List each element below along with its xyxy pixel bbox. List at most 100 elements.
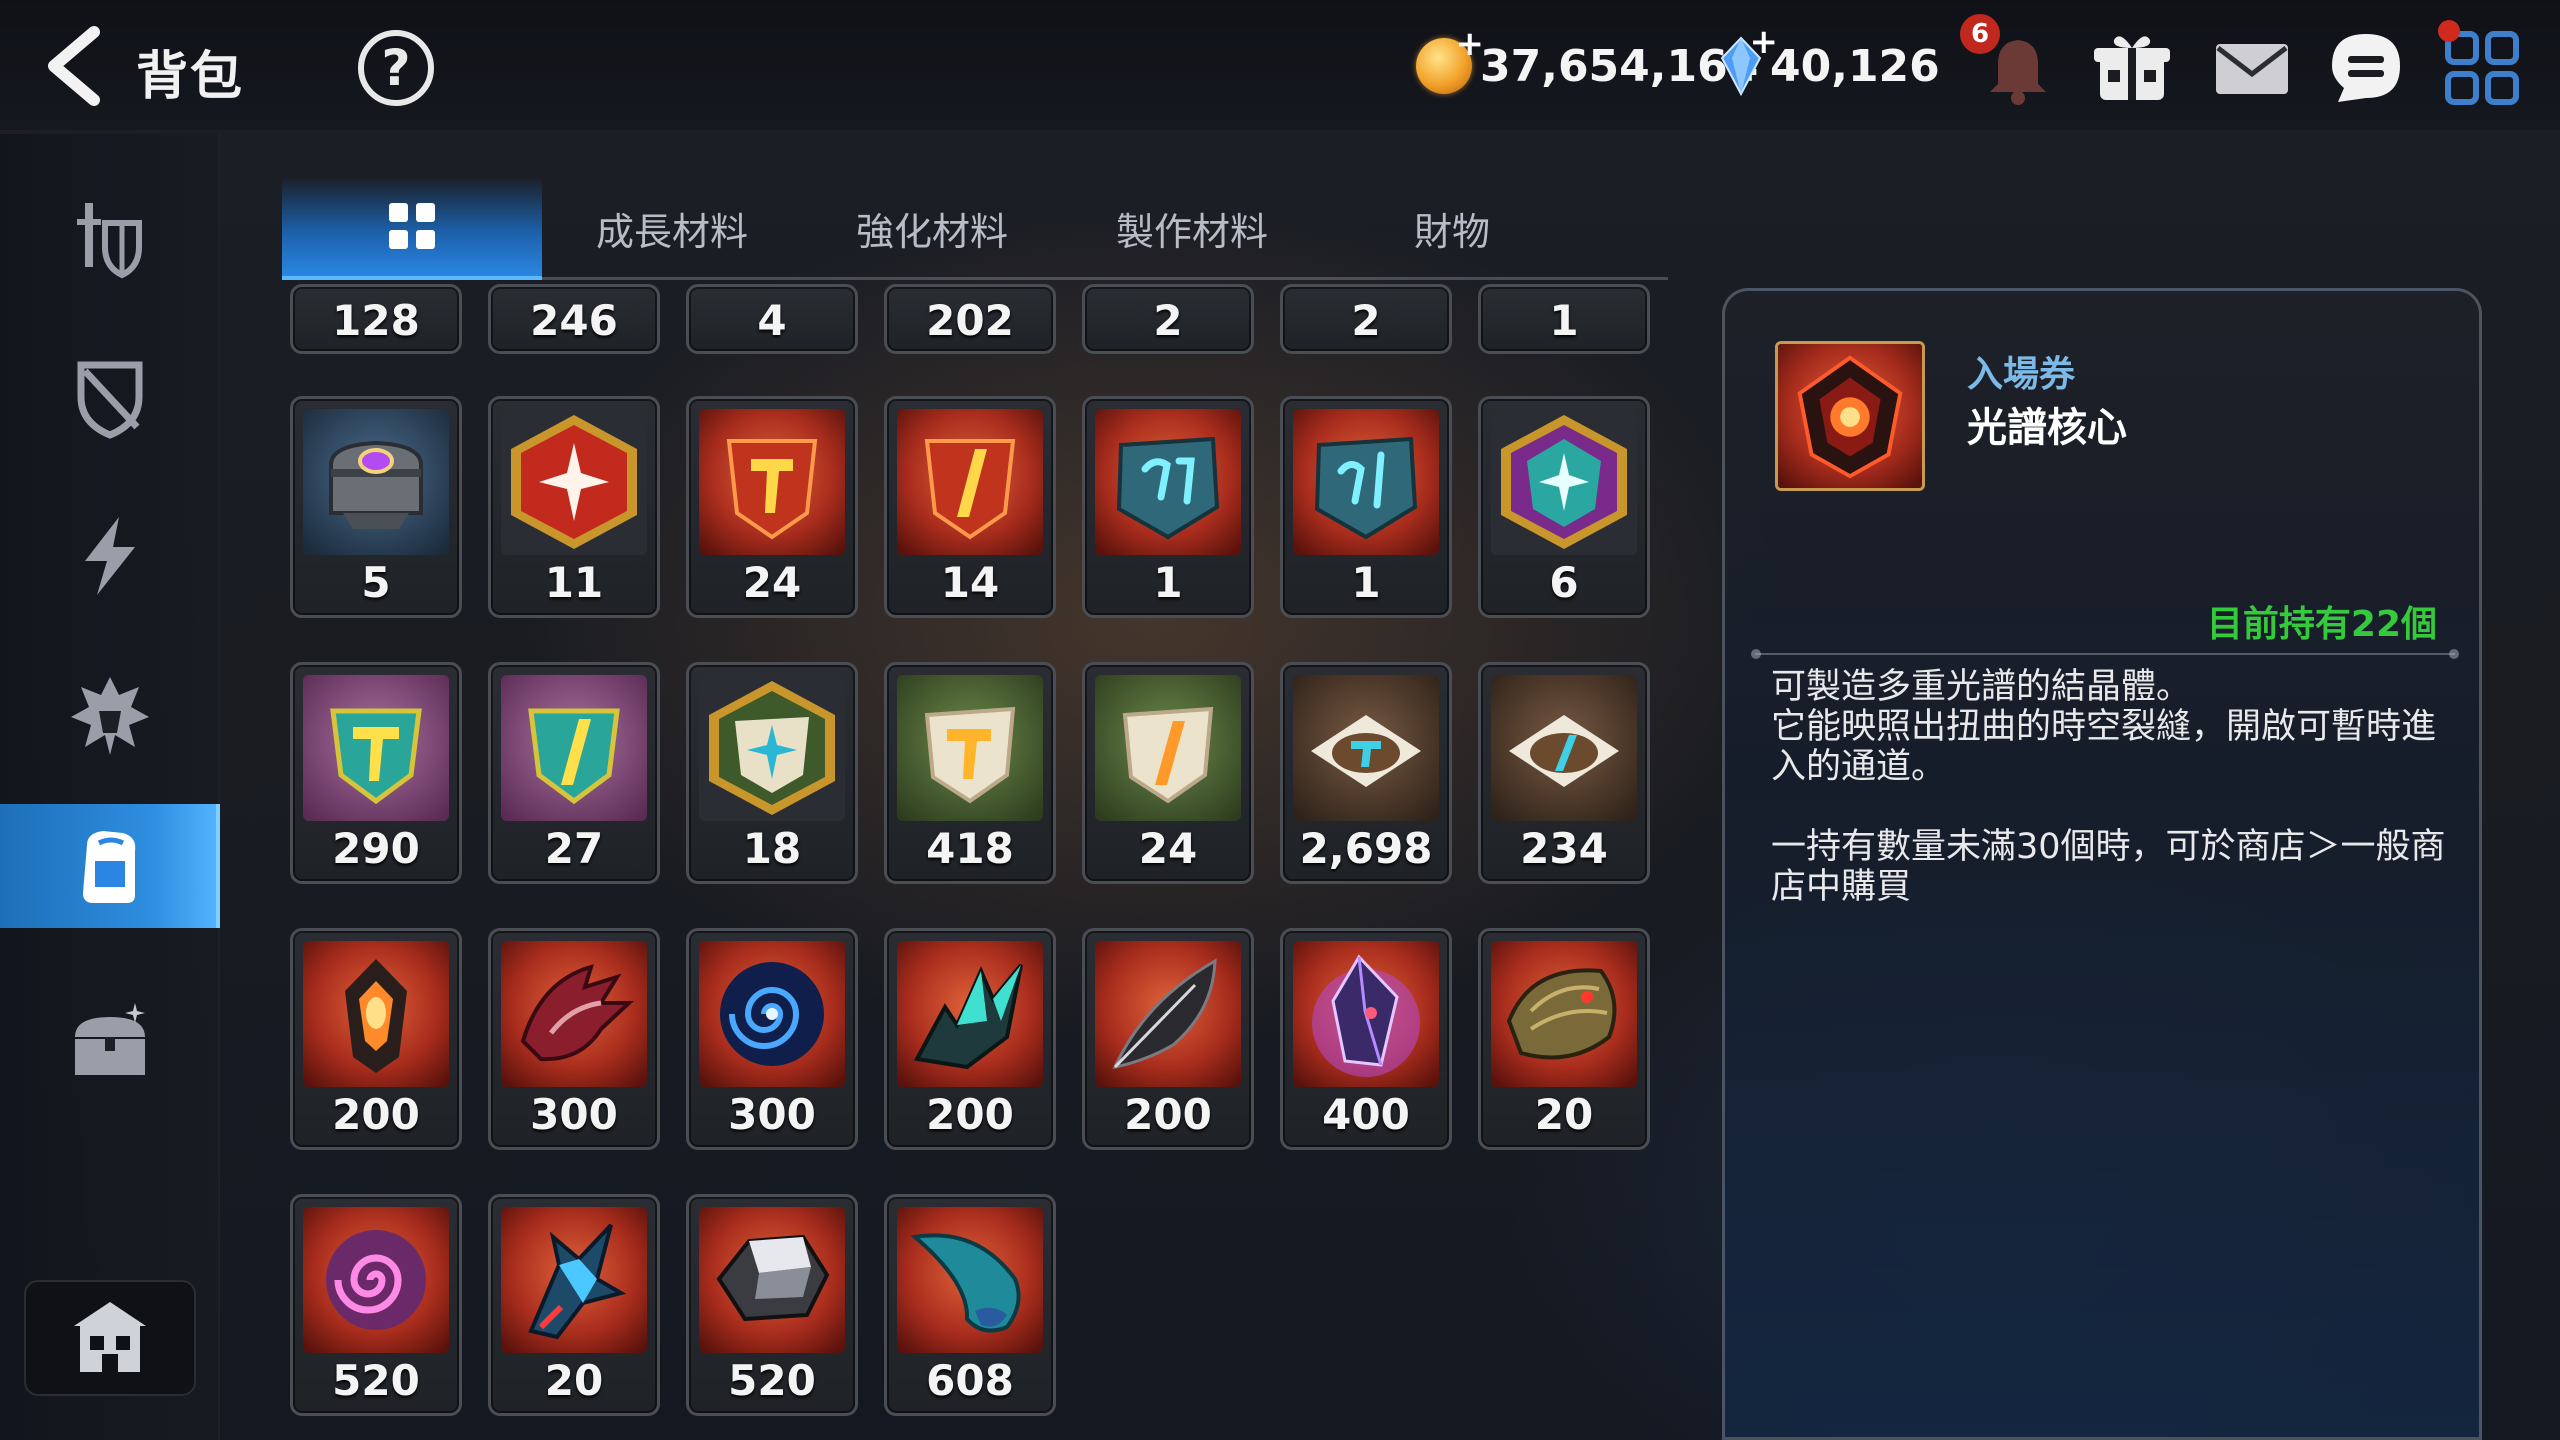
inventory-slot[interactable]: 200 (290, 928, 462, 1150)
notification-badge: 6 (1960, 14, 2000, 54)
inventory-slot[interactable]: 4 (686, 284, 858, 354)
tab-growth-materials[interactable]: 成長材料 (542, 176, 802, 280)
inventory-slot[interactable]: 2 (1280, 284, 1452, 354)
inventory-slot[interactable]: 6 (1478, 396, 1650, 618)
inventory-slot[interactable]: 300 (488, 928, 660, 1150)
inventory-slot[interactable]: 520 (686, 1194, 858, 1416)
equipment-icon (77, 203, 142, 279)
inventory-slot[interactable]: 20 (488, 1194, 660, 1416)
item-quantity: 520 (728, 1356, 816, 1405)
inventory-slot[interactable]: 24 (686, 396, 858, 618)
description-text: 它能映照出扭曲的時空裂縫，開啟可暫時進入的通道。 (1771, 707, 2437, 787)
blue-fang-icon (897, 1207, 1043, 1353)
inventory-slot[interactable]: 5 (290, 396, 462, 618)
gold-coin-icon: + (1416, 24, 1484, 94)
blue-vortex-icon (699, 941, 845, 1087)
gold-currency[interactable]: + 37,654,164 (1416, 24, 1758, 102)
item-quantity: 2,698 (1299, 824, 1433, 873)
pink-spiral-icon (303, 1207, 449, 1353)
item-quantity: 1 (1351, 558, 1381, 607)
inventory-slot[interactable]: 14 (884, 396, 1056, 618)
event-button[interactable] (2090, 26, 2174, 110)
item-quantity: 202 (926, 296, 1014, 345)
inventory-slot[interactable]: 246 (488, 284, 660, 354)
item-quantity: 4 (757, 296, 787, 345)
teal-crystal-cluster-icon (897, 941, 1043, 1087)
inventory-slot[interactable]: 2,698 (1280, 662, 1452, 884)
inventory-slot[interactable]: 200 (884, 928, 1056, 1150)
red-t-gem-icon (699, 409, 845, 555)
sidebar-item-emblem[interactable] (0, 654, 220, 778)
item-quantity: 246 (530, 296, 618, 345)
item-category: 入場券 (1967, 354, 2076, 395)
yellow-i-crystal-icon (501, 675, 647, 821)
sidebar-item-backpack[interactable] (0, 804, 220, 928)
inventory-slot[interactable]: 1 (1280, 396, 1452, 618)
inventory-slot[interactable]: 1 (1082, 396, 1254, 618)
item-quantity: 20 (1534, 1090, 1594, 1139)
guild-hall-icon (74, 1302, 146, 1372)
crimson-claw-icon (501, 941, 647, 1087)
blue-hammer-rune-icon (1095, 409, 1241, 555)
white-t-stone-icon (897, 675, 1043, 821)
sidebar-item-equipment[interactable] (0, 176, 220, 300)
item-quantity: 24 (1138, 824, 1198, 873)
mail-icon (2216, 44, 2288, 94)
inventory-slot[interactable]: 27 (488, 662, 660, 884)
inventory-slot[interactable]: 18 (686, 662, 858, 884)
bronze-scale-icon (1491, 941, 1637, 1087)
grid-icon (389, 203, 435, 249)
inventory-slot[interactable]: 2 (1082, 284, 1254, 354)
item-quantity: 200 (926, 1090, 1014, 1139)
inventory-grid: 128 246 4 202 2 2 1 5 11 24 14 1 1 6 290… (290, 284, 1670, 1440)
item-quantity: 300 (728, 1090, 816, 1139)
item-detail-panel: 入場券 光譜核心 目前持有22個 可製造多重光譜的結晶體。 它能映照出扭曲的時空裂… (1722, 288, 2482, 1440)
inventory-slot[interactable]: 24 (1082, 662, 1254, 884)
tab-treasures[interactable]: 財物 (1322, 176, 1582, 280)
white-star-stone-icon (699, 675, 845, 821)
item-quantity: 5 (361, 558, 391, 607)
crystal-currency[interactable]: + 40,126 (1720, 22, 1940, 102)
item-quantity: 290 (332, 824, 420, 873)
inventory-slot[interactable]: 1 (1478, 284, 1650, 354)
help-button[interactable]: ? (358, 30, 434, 106)
chat-button[interactable] (2324, 26, 2408, 110)
inventory-slot[interactable]: 418 (884, 662, 1056, 884)
item-quantity: 608 (926, 1356, 1014, 1405)
sidebar-item-treasure[interactable] (0, 980, 220, 1104)
inventory-slot[interactable]: 200 (1082, 928, 1254, 1150)
backpack-icon (83, 831, 136, 903)
inventory-slot[interactable]: 400 (1280, 928, 1452, 1150)
tab-enhance-materials[interactable]: 強化材料 (802, 176, 1062, 280)
detail-item-icon (1775, 341, 1925, 491)
sidebar-item-skills[interactable] (0, 494, 220, 618)
inventory-slot[interactable]: 520 (290, 1194, 462, 1416)
item-quantity: 27 (544, 824, 604, 873)
item-quantity: 200 (1124, 1090, 1212, 1139)
silver-ore-icon (699, 1207, 845, 1353)
back-button[interactable] (36, 24, 116, 108)
item-quantity: 20 (544, 1356, 604, 1405)
crystal-icon: + (1720, 22, 1778, 97)
inventory-slot[interactable]: 202 (884, 284, 1056, 354)
inventory-slot[interactable]: 234 (1478, 662, 1650, 884)
tab-crafting-materials[interactable]: 製作材料 (1062, 176, 1322, 280)
inventory-slot[interactable]: 128 (290, 284, 462, 354)
inventory-slot[interactable]: 300 (686, 928, 858, 1150)
description-line: 可製造多重光譜的結晶體。 它能映照出扭曲的時空裂縫，開啟可暫時進入的通道。 (1771, 667, 2451, 787)
yellow-t-crystal-icon (303, 675, 449, 821)
violet-crystal-icon (1293, 941, 1439, 1087)
sidebar-item-defense[interactable] (0, 334, 220, 458)
inventory-slot[interactable]: 11 (488, 396, 660, 618)
gift-box-icon (2094, 36, 2170, 100)
inventory-slot[interactable]: 20 (1478, 928, 1650, 1150)
item-quantity: 1 (1549, 296, 1579, 345)
guild-button[interactable] (24, 1280, 196, 1396)
azure-spike-icon (501, 1207, 647, 1353)
inventory-slot[interactable]: 608 (884, 1194, 1056, 1416)
mail-button[interactable] (2210, 26, 2294, 110)
item-quantity: 400 (1322, 1090, 1410, 1139)
tab-all[interactable] (282, 176, 542, 280)
inventory-slot[interactable]: 290 (290, 662, 462, 884)
dark-feather-icon (1095, 941, 1241, 1087)
